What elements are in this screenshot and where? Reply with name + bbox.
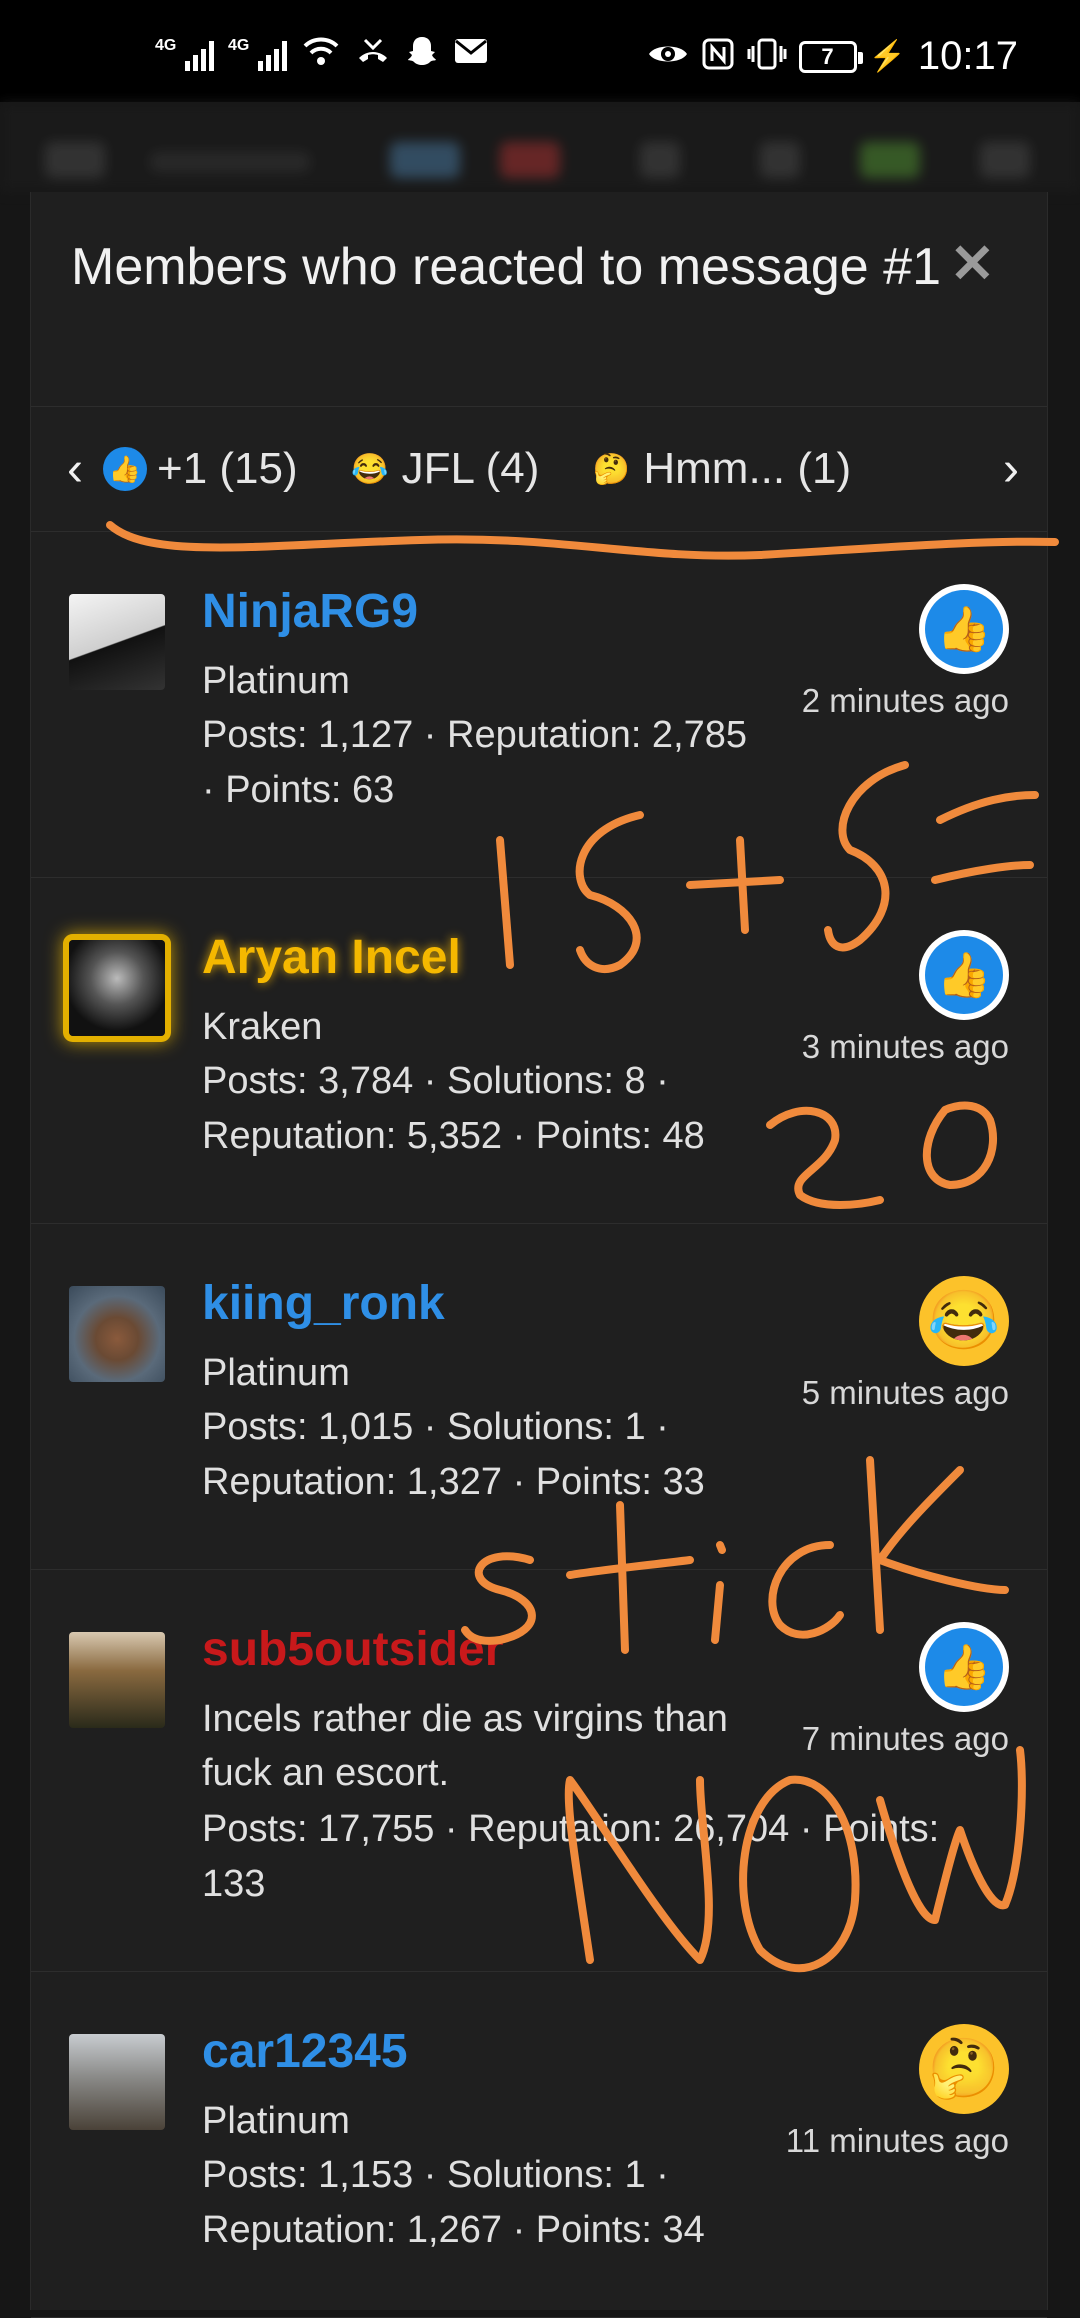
eye-icon [647,39,689,75]
like-reaction-icon: 👍 [919,1622,1009,1712]
status-bar: 4G 4G 7 ⚡ 10:17 [0,0,1080,102]
background-navbar [0,102,1080,192]
chevron-left-icon[interactable]: ‹ [47,442,103,497]
nfc-icon [701,37,735,77]
list-item: NinjaRG9 Platinum Posts: 1,127 · Reputat… [31,532,1047,878]
chevron-right-icon[interactable]: › [983,442,1039,497]
reaction-time: 11 minutes ago [785,2122,1009,2159]
user-title: Incels rather die as virgins than fuck a… [202,1698,728,1794]
tab-jfl[interactable]: 😂 JFL (4) [348,444,540,494]
username-link[interactable]: car12345 [202,2024,408,2079]
avatar[interactable] [69,1632,165,1728]
member-list: NinjaRG9 Platinum Posts: 1,127 · Reputat… [31,532,1047,2318]
user-title: Platinum [202,1352,350,1394]
list-item: kiing_ronk Platinum Posts: 1,015 · Solut… [31,1224,1047,1570]
modal-header: Members who reacted to message #1 ✕ [31,192,1047,407]
close-icon[interactable]: ✕ [950,232,995,295]
signal-icon: 4G [155,37,214,71]
username-link[interactable]: NinjaRG9 [202,584,418,639]
battery-icon: 7 [798,40,863,73]
user-stats: Posts: 17,755 · Reputation: 26,704 · Poi… [202,1808,940,1905]
reaction-time: 2 minutes ago [801,682,1009,719]
signal-icon-2: 4G [228,37,287,71]
mail-icon [453,37,489,71]
thinking-icon: 🤔 [592,452,631,486]
tab-like-label: +1 (15) [157,444,298,493]
username-link[interactable]: Aryan Incel [202,930,461,985]
like-icon: 👍 [103,447,147,491]
tab-like[interactable]: 👍 +1 (15) [103,444,298,494]
avatar[interactable] [69,594,165,690]
tears-of-joy-icon: 😂 [350,452,389,486]
user-title: Platinum [202,660,350,702]
list-item: sub5outsider Incels rather die as virgin… [31,1570,1047,1972]
tab-jfl-label: JFL (4) [401,444,540,493]
tab-hmm-label: Hmm... (1) [643,444,852,493]
avatar[interactable] [69,1286,165,1382]
user-stats: Posts: 3,784 · Solutions: 8 · Reputation… [202,1060,705,1157]
list-item: Aryan Incel Kraken Posts: 3,784 · Soluti… [31,878,1047,1224]
user-stats: Posts: 1,153 · Solutions: 1 · Reputation… [202,2154,705,2251]
tears-of-joy-reaction-icon: 😂 [919,1276,1009,1366]
reaction-tabs: ‹ 👍 +1 (15) 😂 JFL (4) 🤔 Hmm... (1) › [31,407,1047,532]
modal-title: Members who reacted to message #1 [71,238,941,296]
like-reaction-icon: 👍 [919,584,1009,674]
wifi-icon [301,34,341,74]
user-stats: Posts: 1,127 · Reputation: 2,785 · Point… [202,714,748,811]
reactions-modal: Members who reacted to message #1 ✕ ‹ 👍 … [30,192,1048,2318]
list-item: car12345 Platinum Posts: 1,153 · Solutio… [31,1972,1047,2318]
avatar[interactable] [69,2034,165,2130]
vibrate-icon [747,37,787,77]
username-link[interactable]: kiing_ronk [202,1276,445,1331]
missed-call-icon [355,34,391,74]
user-title: Kraken [202,1006,323,1048]
snapchat-icon [405,34,439,74]
reaction-time: 7 minutes ago [801,1720,1009,1757]
like-reaction-icon: 👍 [919,930,1009,1020]
user-stats: Posts: 1,015 · Solutions: 1 · Reputation… [202,1406,705,1503]
charging-icon: ⚡ [868,39,906,73]
user-title: Platinum [202,2100,350,2142]
reaction-time: 5 minutes ago [801,1374,1009,1411]
reaction-time: 3 minutes ago [801,1028,1009,1065]
username-link[interactable]: sub5outsider [202,1622,503,1677]
thinking-reaction-icon: 🤔 [919,2024,1009,2114]
avatar[interactable] [69,940,165,1036]
tab-hmm[interactable]: 🤔 Hmm... (1) [589,444,851,494]
clock: 10:17 [917,34,1018,78]
